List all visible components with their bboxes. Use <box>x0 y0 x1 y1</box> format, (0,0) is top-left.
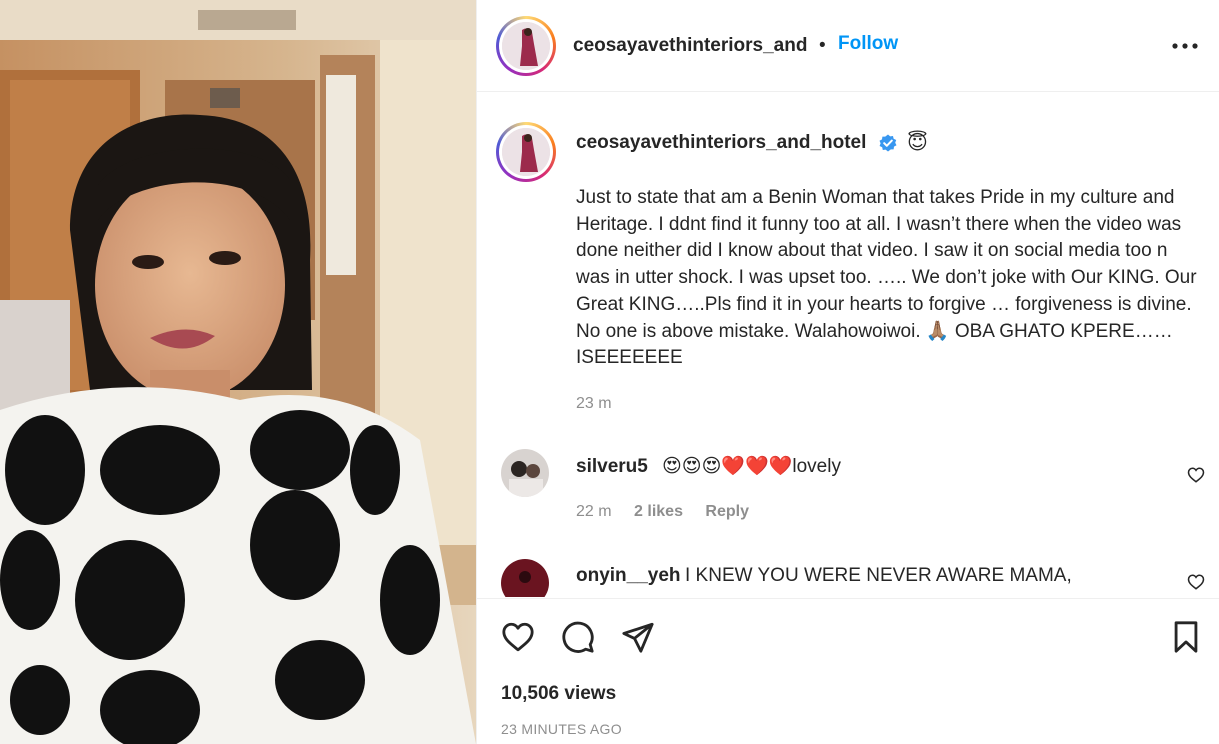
post-details-panel: ceosayavethinteriors_and • Follow ceosay… <box>476 0 1219 744</box>
separator-dot: • <box>819 35 826 56</box>
comment-likes[interactable]: 2 likes <box>634 503 683 520</box>
comment-avatar[interactable] <box>501 559 549 597</box>
comment-avatar[interactable] <box>501 449 549 497</box>
post-media[interactable] <box>0 0 476 744</box>
comment-time[interactable]: 22 m <box>576 503 612 520</box>
comment-meta: 22 m 2 likes Reply <box>576 503 767 521</box>
video-frame-image <box>0 0 476 744</box>
action-bar: 10,506 views 23 MINUTES AGO <box>477 598 1219 744</box>
comment-icon[interactable] <box>561 620 595 654</box>
view-count[interactable]: 10,506 views <box>501 683 616 705</box>
post-header: ceosayavethinteriors_and • Follow <box>477 0 1219 92</box>
share-icon[interactable] <box>621 620 655 654</box>
caption-emoji: 😇 <box>907 132 928 154</box>
post-timestamp: 23 MINUTES AGO <box>501 721 622 737</box>
comment-text: I KNEW YOU WERE NEVER AWARE MAMA, <box>685 565 1072 586</box>
heart-icon[interactable] <box>1187 573 1205 591</box>
author-username[interactable]: ceosayavethinteriors_and <box>573 35 807 57</box>
caption-text: Just to state that am a Benin Woman that… <box>576 187 1202 369</box>
more-icon[interactable] <box>1172 34 1198 58</box>
comment-username[interactable]: onyin__yeh <box>576 565 681 587</box>
author-avatar[interactable] <box>496 16 556 76</box>
caption-avatar[interactable] <box>496 122 556 182</box>
heart-icon[interactable] <box>1187 466 1205 484</box>
like-heart-icon[interactable] <box>501 620 535 654</box>
caption-timestamp[interactable]: 23 m <box>576 395 612 413</box>
comment-text: 😍😍😍❤️❤️❤️lovely <box>662 456 841 477</box>
reply-button[interactable]: Reply <box>705 503 749 520</box>
comment-username[interactable]: silveru5 <box>576 456 648 478</box>
verified-badge-icon <box>879 134 897 152</box>
bookmark-icon[interactable] <box>1169 620 1203 654</box>
comments-list[interactable]: ceosayavethinteriors_and_hotel 😇 Just to… <box>477 93 1219 597</box>
follow-button[interactable]: Follow <box>838 33 898 55</box>
caption-username[interactable]: ceosayavethinteriors_and_hotel <box>576 132 866 154</box>
